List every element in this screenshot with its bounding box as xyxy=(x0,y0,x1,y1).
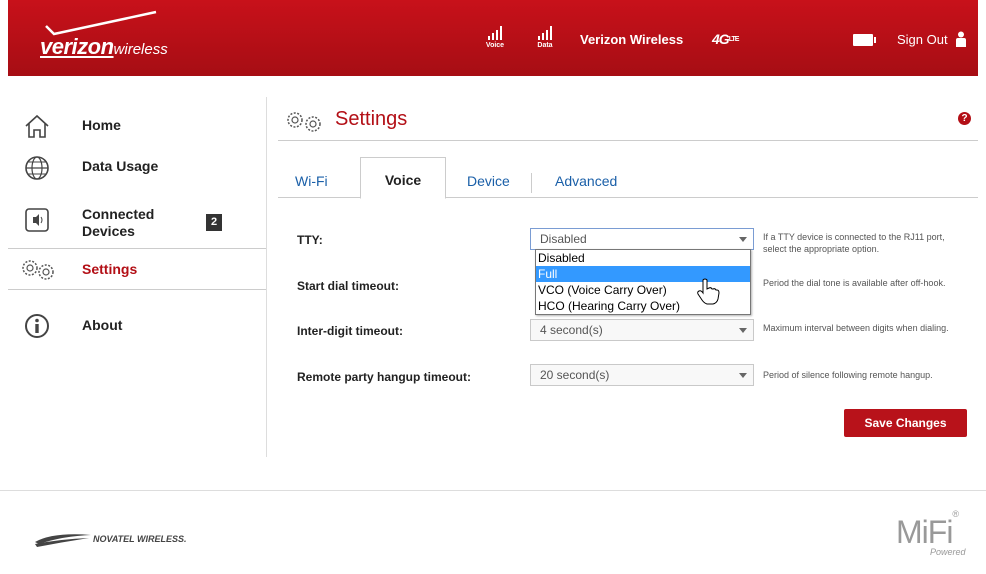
tab-advanced[interactable]: Advanced xyxy=(555,169,617,197)
verizon-logo: verizonwireless xyxy=(40,10,200,60)
sidebar-item-label: Settings xyxy=(82,261,138,277)
help-icon[interactable]: ? xyxy=(958,112,971,125)
remote-hangup-select[interactable]: 20 second(s) xyxy=(530,364,754,386)
tty-label: TTY: xyxy=(297,233,323,247)
dropdown-option[interactable]: Disabled xyxy=(536,250,750,266)
sidebar-divider xyxy=(266,97,267,457)
sidebar-item-connected-devices[interactable]: Connected Devices 2 xyxy=(8,200,266,250)
remote-hangup-label: Remote party hangup timeout: xyxy=(297,370,472,384)
chevron-down-icon xyxy=(739,328,747,333)
tab-wifi[interactable]: Wi-Fi xyxy=(295,169,328,197)
inter-digit-value: 4 second(s) xyxy=(540,323,603,337)
mifi-trademark: ® xyxy=(952,509,959,520)
tty-hint: If a TTY device is connected to the RJ11… xyxy=(763,232,945,254)
gears-icon xyxy=(22,260,54,280)
sidebar-item-data-usage[interactable]: Data Usage xyxy=(8,150,266,200)
home-icon xyxy=(25,114,49,138)
carrier-name: Verizon Wireless xyxy=(580,32,684,47)
hand-cursor-icon xyxy=(697,278,720,305)
title-divider xyxy=(278,140,978,141)
gears-icon xyxy=(287,112,321,132)
mifi-logo: MiFi® xyxy=(896,509,959,551)
tab-separator xyxy=(531,173,532,193)
sidebar-item-home[interactable]: Home xyxy=(8,100,266,150)
battery-icon xyxy=(853,34,876,46)
info-icon xyxy=(25,314,49,338)
sign-out-link[interactable]: Sign Out xyxy=(897,31,967,47)
save-changes-button[interactable]: Save Changes xyxy=(844,409,967,437)
brand-sub: wireless xyxy=(113,41,168,58)
remote-hangup-hint: Period of silence following remote hangu… xyxy=(763,370,933,380)
novatel-logo: NOVATEL WIRELESS. xyxy=(33,532,187,553)
novatel-swoosh-icon xyxy=(35,534,91,547)
start-dial-label: Start dial timeout: xyxy=(297,279,400,293)
sidebar-item-label: Data Usage xyxy=(82,158,159,174)
data-signal-label: Data xyxy=(537,42,553,49)
inter-digit-select[interactable]: 4 second(s) xyxy=(530,319,754,341)
voice-signal: Voice xyxy=(480,26,510,49)
inter-digit-label: Inter-digit timeout: xyxy=(297,324,403,338)
inter-digit-hint: Maximum interval between digits when dia… xyxy=(763,323,949,333)
voice-signal-label: Voice xyxy=(485,42,505,49)
sidebar-item-label: Home xyxy=(82,117,121,133)
chevron-down-icon xyxy=(739,373,747,378)
checkmark-icon xyxy=(45,10,157,36)
remote-hangup-value: 20 second(s) xyxy=(540,368,610,382)
signal-bars-icon xyxy=(530,26,560,40)
network-type: 4GLTE xyxy=(712,31,740,47)
novatel-text: NOVATEL WIRELESS. xyxy=(93,534,187,544)
person-icon xyxy=(956,31,967,47)
data-signal: Data xyxy=(530,26,560,49)
sidebar-item-settings[interactable]: Settings xyxy=(8,248,266,290)
mifi-powered: Powered xyxy=(930,547,966,557)
mifi-text: MiFi xyxy=(896,514,953,550)
page-title-text: Settings xyxy=(335,108,408,130)
device-count-badge: 2 xyxy=(206,214,222,231)
top-header-bar: verizonwireless Voice Data Verizon Wirel… xyxy=(8,0,978,76)
globe-icon xyxy=(25,156,49,180)
tty-select-value: Disabled xyxy=(540,232,587,246)
footer: NOVATEL WIRELESS. MiFi® Powered xyxy=(0,490,986,574)
signal-bars-icon xyxy=(480,26,510,40)
settings-tabs: Wi-Fi Voice Device Advanced xyxy=(278,157,978,199)
speaker-icon xyxy=(25,208,49,232)
tab-voice[interactable]: Voice xyxy=(360,157,446,199)
sign-out-label[interactable]: Sign Out xyxy=(897,32,948,47)
network-suffix: LTE xyxy=(728,36,740,43)
sidebar-item-about[interactable]: About xyxy=(8,300,266,350)
start-dial-hint: Period the dial tone is available after … xyxy=(763,278,946,288)
network-label: 4G xyxy=(712,31,730,47)
sidebar-item-label: Connected Devices xyxy=(82,206,155,239)
sidebar-item-label: About xyxy=(82,317,123,333)
tty-select[interactable]: Disabled xyxy=(530,228,754,250)
tab-device[interactable]: Device xyxy=(467,169,510,197)
brand-name: verizon xyxy=(40,34,114,59)
chevron-down-icon xyxy=(739,237,747,242)
